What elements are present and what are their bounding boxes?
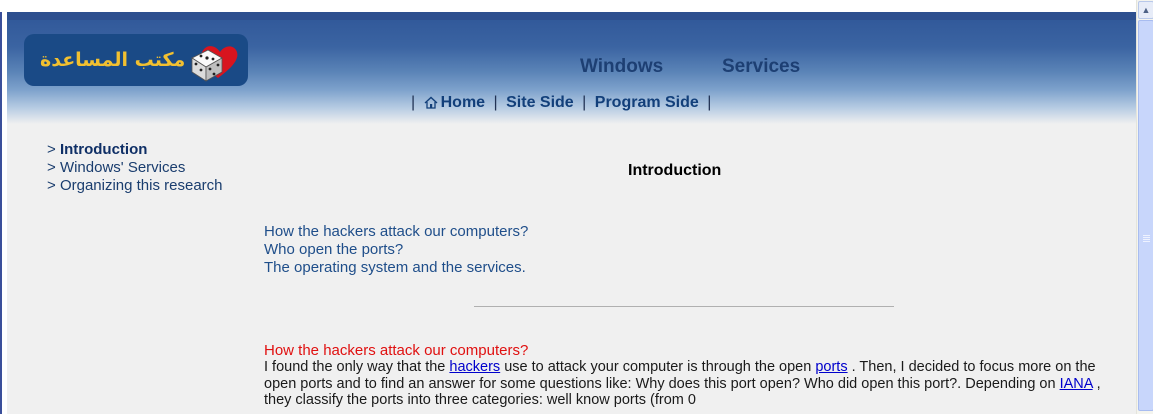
toc-item[interactable]: How the hackers attack our computers?	[264, 223, 528, 241]
header-title-services: Services	[722, 56, 801, 77]
vertical-scrollbar[interactable]: ▲	[1136, 0, 1153, 414]
sidebar-item-prefix: >	[47, 177, 56, 194]
logo-text: مكتب المساعدة	[40, 49, 186, 71]
scroll-grip-icon	[1143, 235, 1150, 243]
sidebar: > Introduction > Windows' Services > Org…	[47, 141, 223, 195]
hackers-link[interactable]: hackers	[449, 359, 500, 375]
body-paragraph: I found the only way that the hackers us…	[264, 359, 1114, 409]
scrollbar-thumb[interactable]	[1138, 20, 1153, 411]
sidebar-item-organizing-research[interactable]: > Organizing this research	[47, 177, 223, 195]
home-icon	[424, 96, 438, 109]
para-text: I found the only way that the	[264, 359, 450, 375]
iana-link[interactable]: IANA	[1060, 376, 1093, 392]
sidebar-item-label: Organizing this research	[59, 177, 223, 194]
nav-home-label: Home	[440, 94, 486, 111]
sidebar-item-label: Windows' Services	[59, 159, 186, 176]
sidebar-item-windows-services[interactable]: > Windows' Services	[47, 159, 223, 177]
nav-separator: |	[493, 94, 498, 111]
para-text: use to attack your computer is through t…	[500, 359, 816, 375]
sidebar-item-introduction[interactable]: > Introduction	[47, 141, 223, 159]
nav-separator: |	[707, 94, 712, 111]
window-top-border	[0, 0, 1136, 12]
window-left-border	[0, 0, 7, 414]
sidebar-item-prefix: >	[47, 159, 56, 176]
section-heading: How the hackers attack our computers?	[264, 342, 529, 359]
ports-link[interactable]: ports	[815, 359, 847, 375]
nav-home-link[interactable]: Home	[424, 94, 485, 111]
nav-program-side-link[interactable]: Program Side	[595, 94, 699, 111]
table-of-contents: How the hackers attack our computers? Wh…	[264, 223, 528, 277]
toc-item[interactable]: The operating system and the services.	[264, 259, 528, 277]
page-title: Introduction	[628, 162, 722, 179]
top-nav: | Home | Site Side | Program Side |	[407, 94, 715, 112]
nav-separator: |	[582, 94, 587, 111]
nav-site-side-link[interactable]: Site Side	[506, 94, 574, 111]
heart-dice-icon	[191, 46, 238, 82]
header-title-windows: Windows	[580, 56, 664, 77]
nav-separator: |	[411, 94, 416, 111]
header-top-band	[7, 12, 1136, 20]
sidebar-item-prefix: >	[47, 141, 56, 158]
scroll-up-arrow-icon[interactable]: ▲	[1138, 1, 1153, 19]
sidebar-item-label: Introduction	[59, 141, 148, 158]
toc-item[interactable]: Who open the ports?	[264, 241, 528, 259]
divider	[474, 306, 894, 307]
